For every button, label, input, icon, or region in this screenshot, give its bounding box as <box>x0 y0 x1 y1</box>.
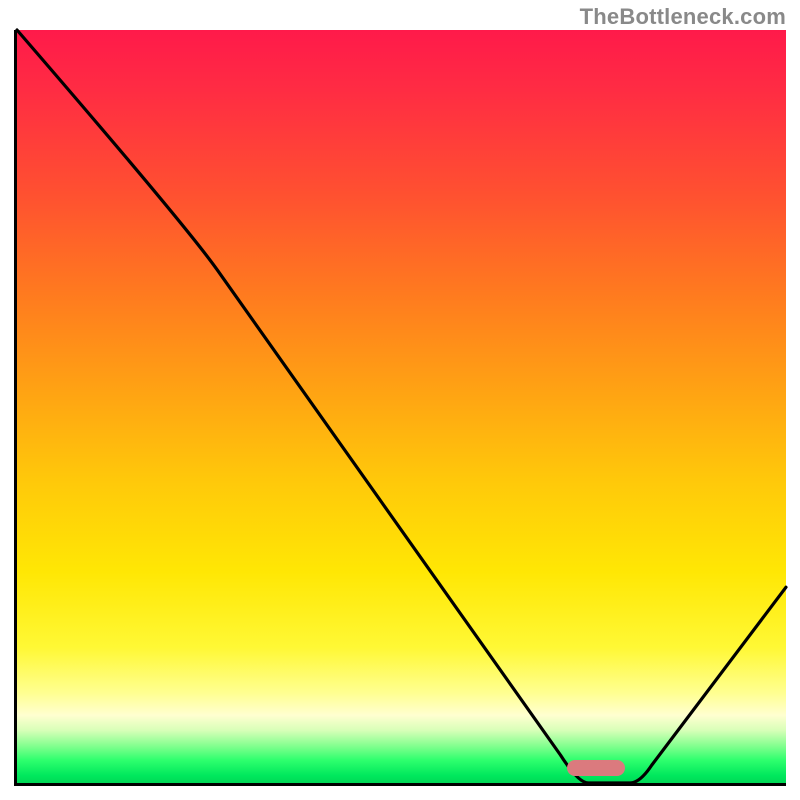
optimum-range-marker <box>567 760 625 776</box>
bottleneck-curve <box>17 30 786 783</box>
chart-plot-area <box>14 30 786 786</box>
attribution-text: TheBottleneck.com <box>580 4 786 30</box>
